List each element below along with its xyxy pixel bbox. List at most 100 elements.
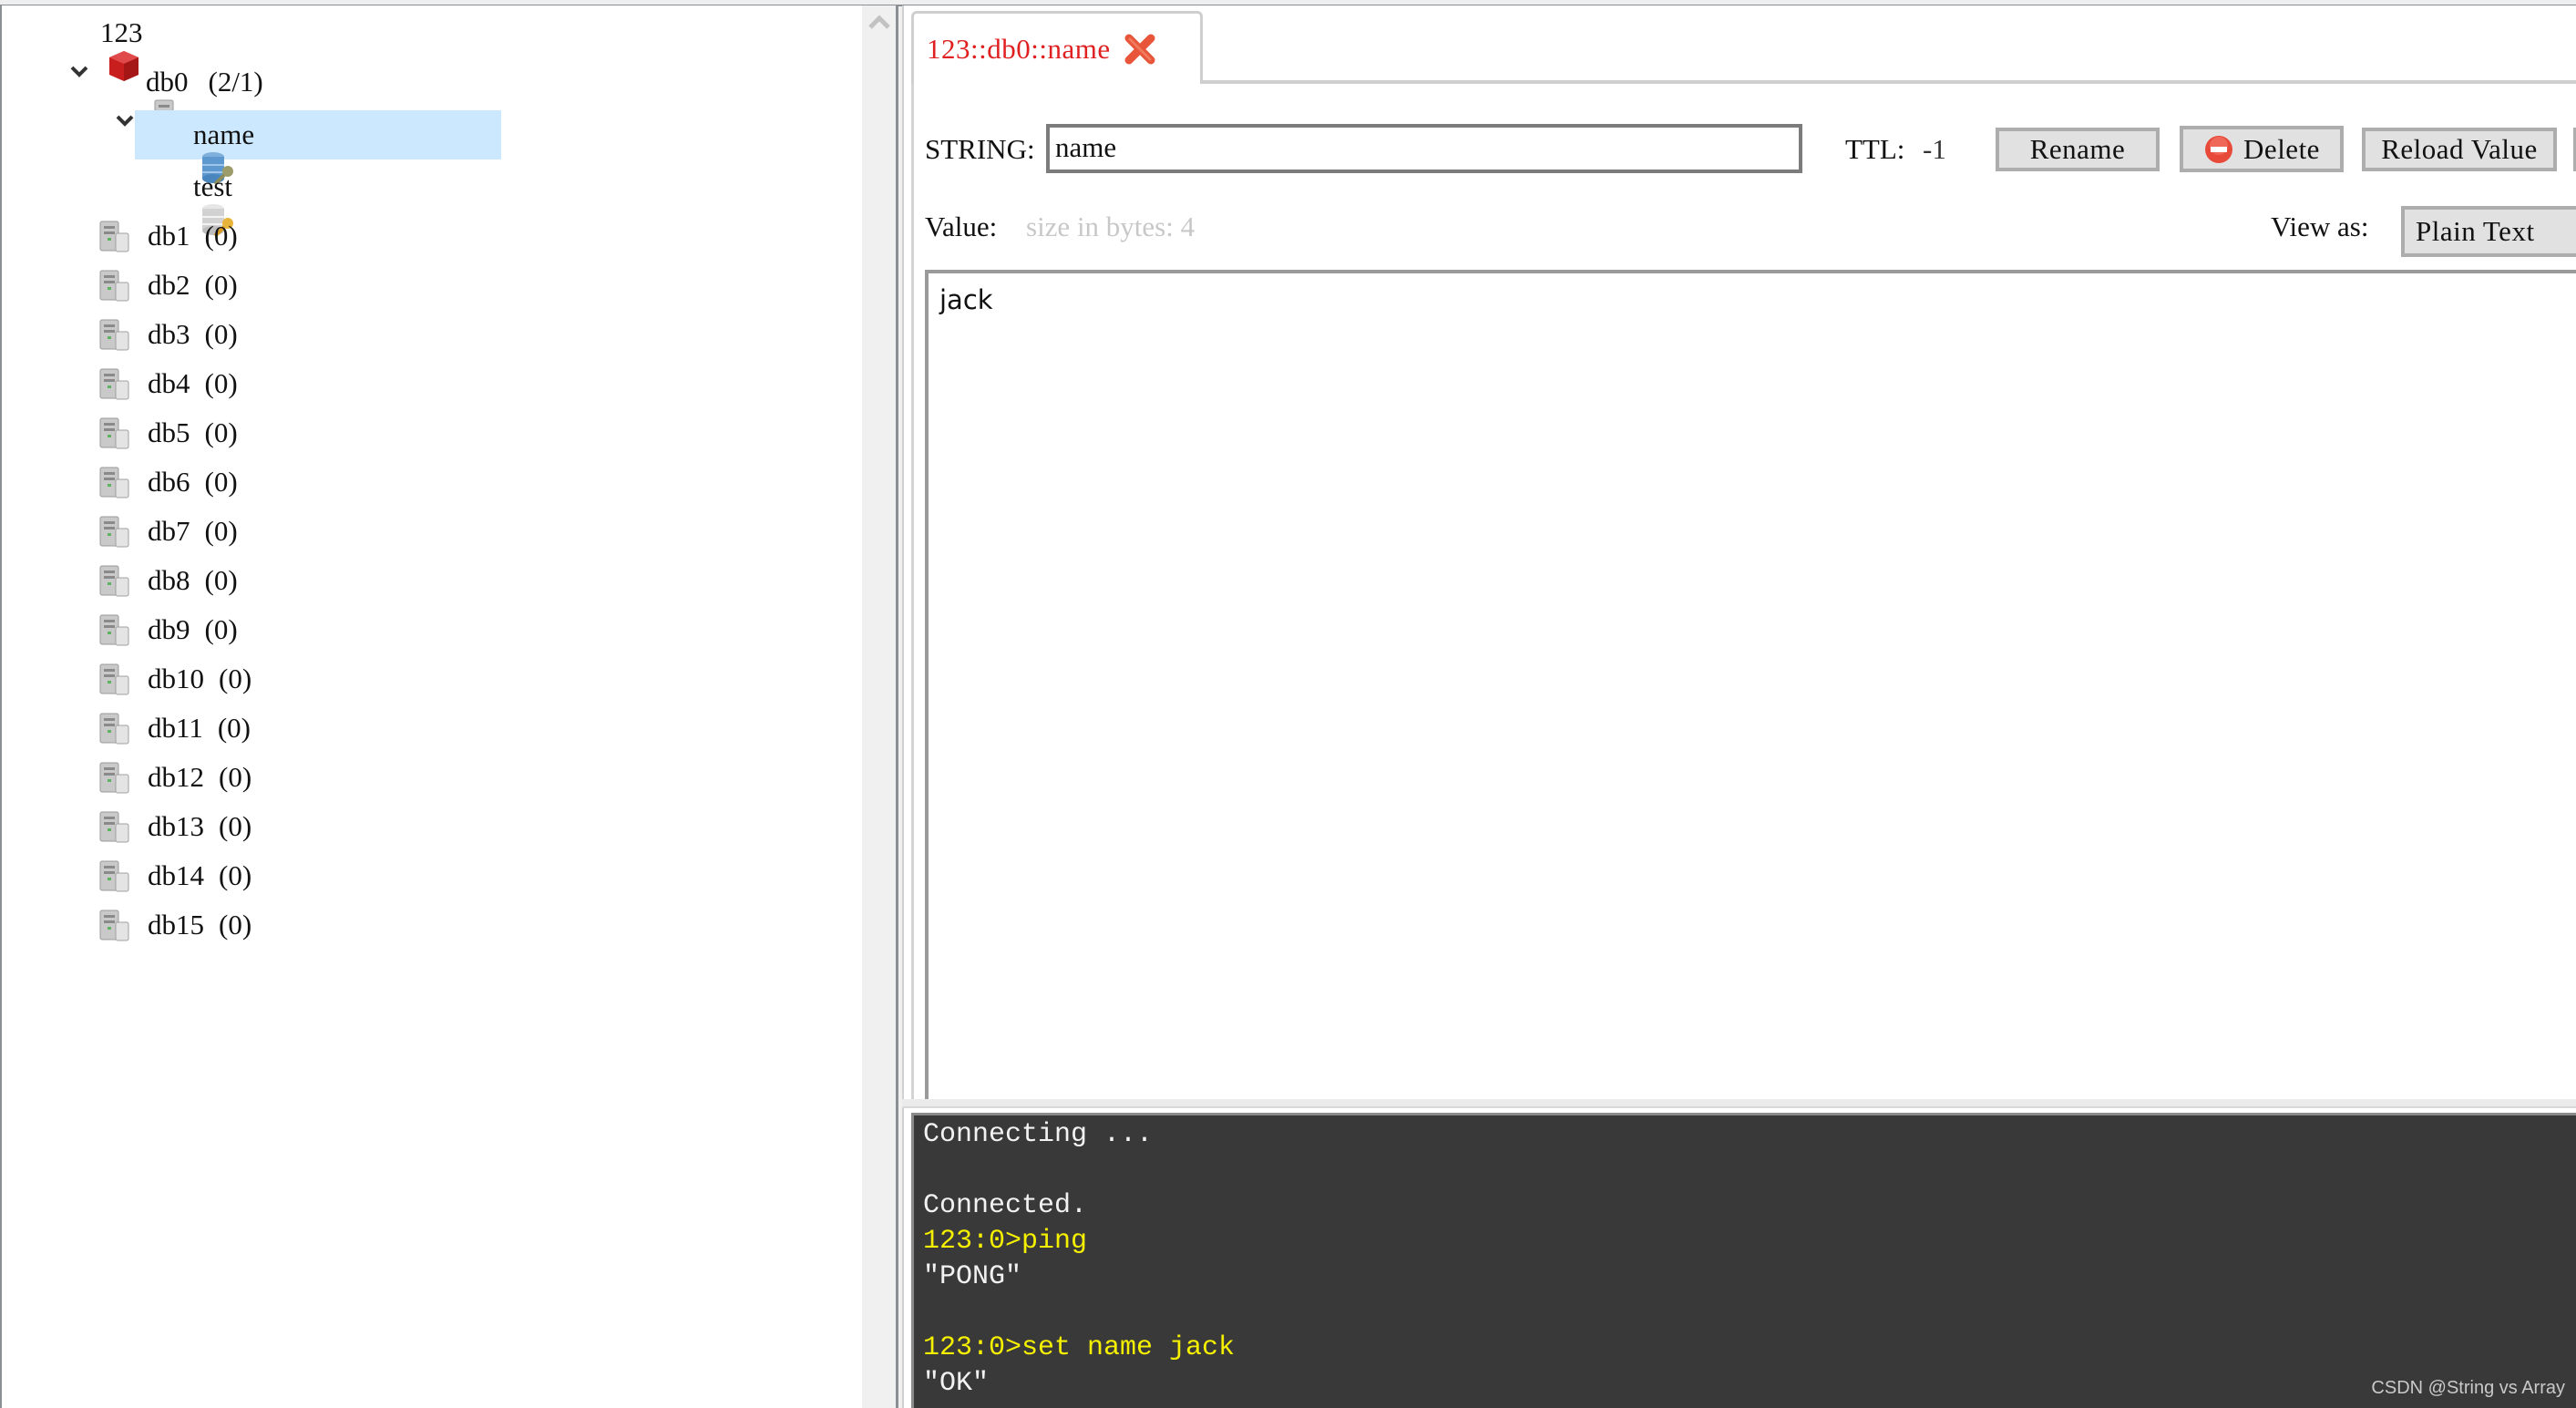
tab-strip-border [1201,80,2576,84]
db-label: db14 [148,859,204,891]
tree-item-db9[interactable]: db9 (0) [97,605,238,654]
db-label: db0 [146,66,189,98]
ttl-label: TTL: [1845,133,1905,165]
scroll-up-icon[interactable] [868,15,890,29]
db-label: db3 [148,318,190,350]
db-label: db4 [148,367,190,399]
database-icon [97,808,133,845]
value-editor[interactable]: jack [925,270,2576,1099]
tree-item-db13[interactable]: db13 (0) [97,802,251,851]
db-count: (0) [219,810,252,842]
value-label: Value: [925,211,998,242]
database-icon [97,464,133,500]
db-count: (0) [204,416,238,448]
database-icon [97,415,133,451]
connection-label: 123 [100,16,143,48]
chevron-down-icon[interactable] [58,72,134,127]
db-count: (0) [204,466,238,498]
key-label: test [193,170,233,202]
tree-item-connection[interactable]: 123 [13,8,143,81]
db-label: db7 [148,515,190,547]
tab-container: 123::db0::name STRING: name TTL: -1 Rena… [902,5,2576,1099]
db-count: (0) [204,564,238,596]
tree-item-db0[interactable]: db0 (2/1) [58,57,263,131]
connection-tree-panel: 123 db0 (2/1) name test db1 (0) db2 (0) … [0,5,898,1408]
key-type-label: STRING: [925,133,1035,165]
view-as-select[interactable]: Plain Text [2401,206,2576,257]
tree-item-key-test[interactable]: test [135,162,233,238]
value-text[interactable]: jack [939,284,993,315]
db-count: (0) [204,613,238,645]
db-count: (0) [204,269,238,301]
db-label: db2 [148,269,190,301]
splitter-handle[interactable] [902,1099,2576,1108]
watermark: CSDN @String vs Array [2371,1378,2565,1398]
db-count: (0) [204,367,238,399]
tab-body-border [911,84,914,1099]
console-output-line: Connecting ... [923,1119,1154,1150]
db-label: db6 [148,466,190,498]
console-output-line: Connected. [923,1190,1088,1221]
ttl-value: -1 [1923,133,1946,165]
db-count: (0) [204,220,238,252]
db-count: (0) [217,712,251,744]
view-as-selected: Plain Text [2416,215,2535,247]
rename-label: Rename [2029,133,2126,165]
database-icon [97,710,133,746]
close-x-icon[interactable] [1122,31,1158,67]
database-icon [97,218,133,254]
console-panel: CSDN @String vs Array Connecting ... Conn… [902,1108,2576,1408]
redis-server-icon [49,15,139,81]
tree-item-db11[interactable]: db11 (0) [97,704,251,753]
key-name-input[interactable]: name [1046,124,1802,173]
tree-item-key-name[interactable]: name [135,110,501,186]
reload-value-button[interactable]: Reload Value [2362,128,2557,171]
database-icon [97,612,133,648]
db-count: (0) [219,663,252,694]
database-icon [95,64,184,131]
tree-item-db14[interactable]: db14 (0) [97,851,251,900]
rename-button[interactable]: Rename [1996,128,2160,171]
db-label: db11 [148,712,203,744]
delete-label: Delete [2243,132,2320,165]
value-size-hint: size in bytes: 4 [1026,211,1196,242]
chevron-down-icon[interactable] [13,23,88,77]
tree-item-db8[interactable]: db8 (0) [97,556,238,605]
db-label: db12 [148,761,204,793]
db-count: (0) [204,318,238,350]
tab-key-name[interactable]: 123::db0::name [911,11,1203,84]
db-count: (0) [219,761,252,793]
tree-item-db2[interactable]: db2 (0) [97,261,238,310]
database-icon [97,513,133,550]
tree-item-db7[interactable]: db7 (0) [97,507,238,556]
console-output[interactable]: CSDN @String vs Array Connecting ... Conn… [911,1113,2576,1408]
tree-item-db12[interactable]: db12 (0) [97,753,251,802]
db-label: db9 [148,613,190,645]
db-label: db8 [148,564,190,596]
tree-item-db15[interactable]: db15 (0) [97,900,251,950]
view-as-label: View as: [2271,211,2369,242]
database-icon [97,562,133,599]
database-icon [97,907,133,943]
tree-item-db5[interactable]: db5 (0) [97,408,238,457]
connection-tree: 123 db0 (2/1) name test db1 (0) db2 (0) … [2,5,862,1408]
database-icon [97,365,133,402]
db-label: db5 [148,416,190,448]
tree-item-db3[interactable]: db3 (0) [97,310,238,359]
db-label: db10 [148,663,204,694]
database-icon [97,661,133,697]
db-count: (0) [219,909,252,940]
key-icon [142,117,233,186]
console-command-line: 123:0>ping [923,1226,1088,1257]
tree-item-db6[interactable]: db6 (0) [97,457,238,507]
database-icon [97,858,133,894]
console-output-line: "OK" [923,1368,990,1399]
tree-item-db4[interactable]: db4 (0) [97,359,238,408]
reload-label: Reload Value [2381,133,2538,165]
delete-icon [2205,135,2233,163]
tree-scrollbar[interactable] [862,5,896,1408]
tree-item-db10[interactable]: db10 (0) [97,654,251,704]
db-label: db1 [148,220,190,252]
tree-item-db1[interactable]: db1 (0) [97,211,238,261]
delete-button[interactable]: Delete [2180,126,2344,172]
